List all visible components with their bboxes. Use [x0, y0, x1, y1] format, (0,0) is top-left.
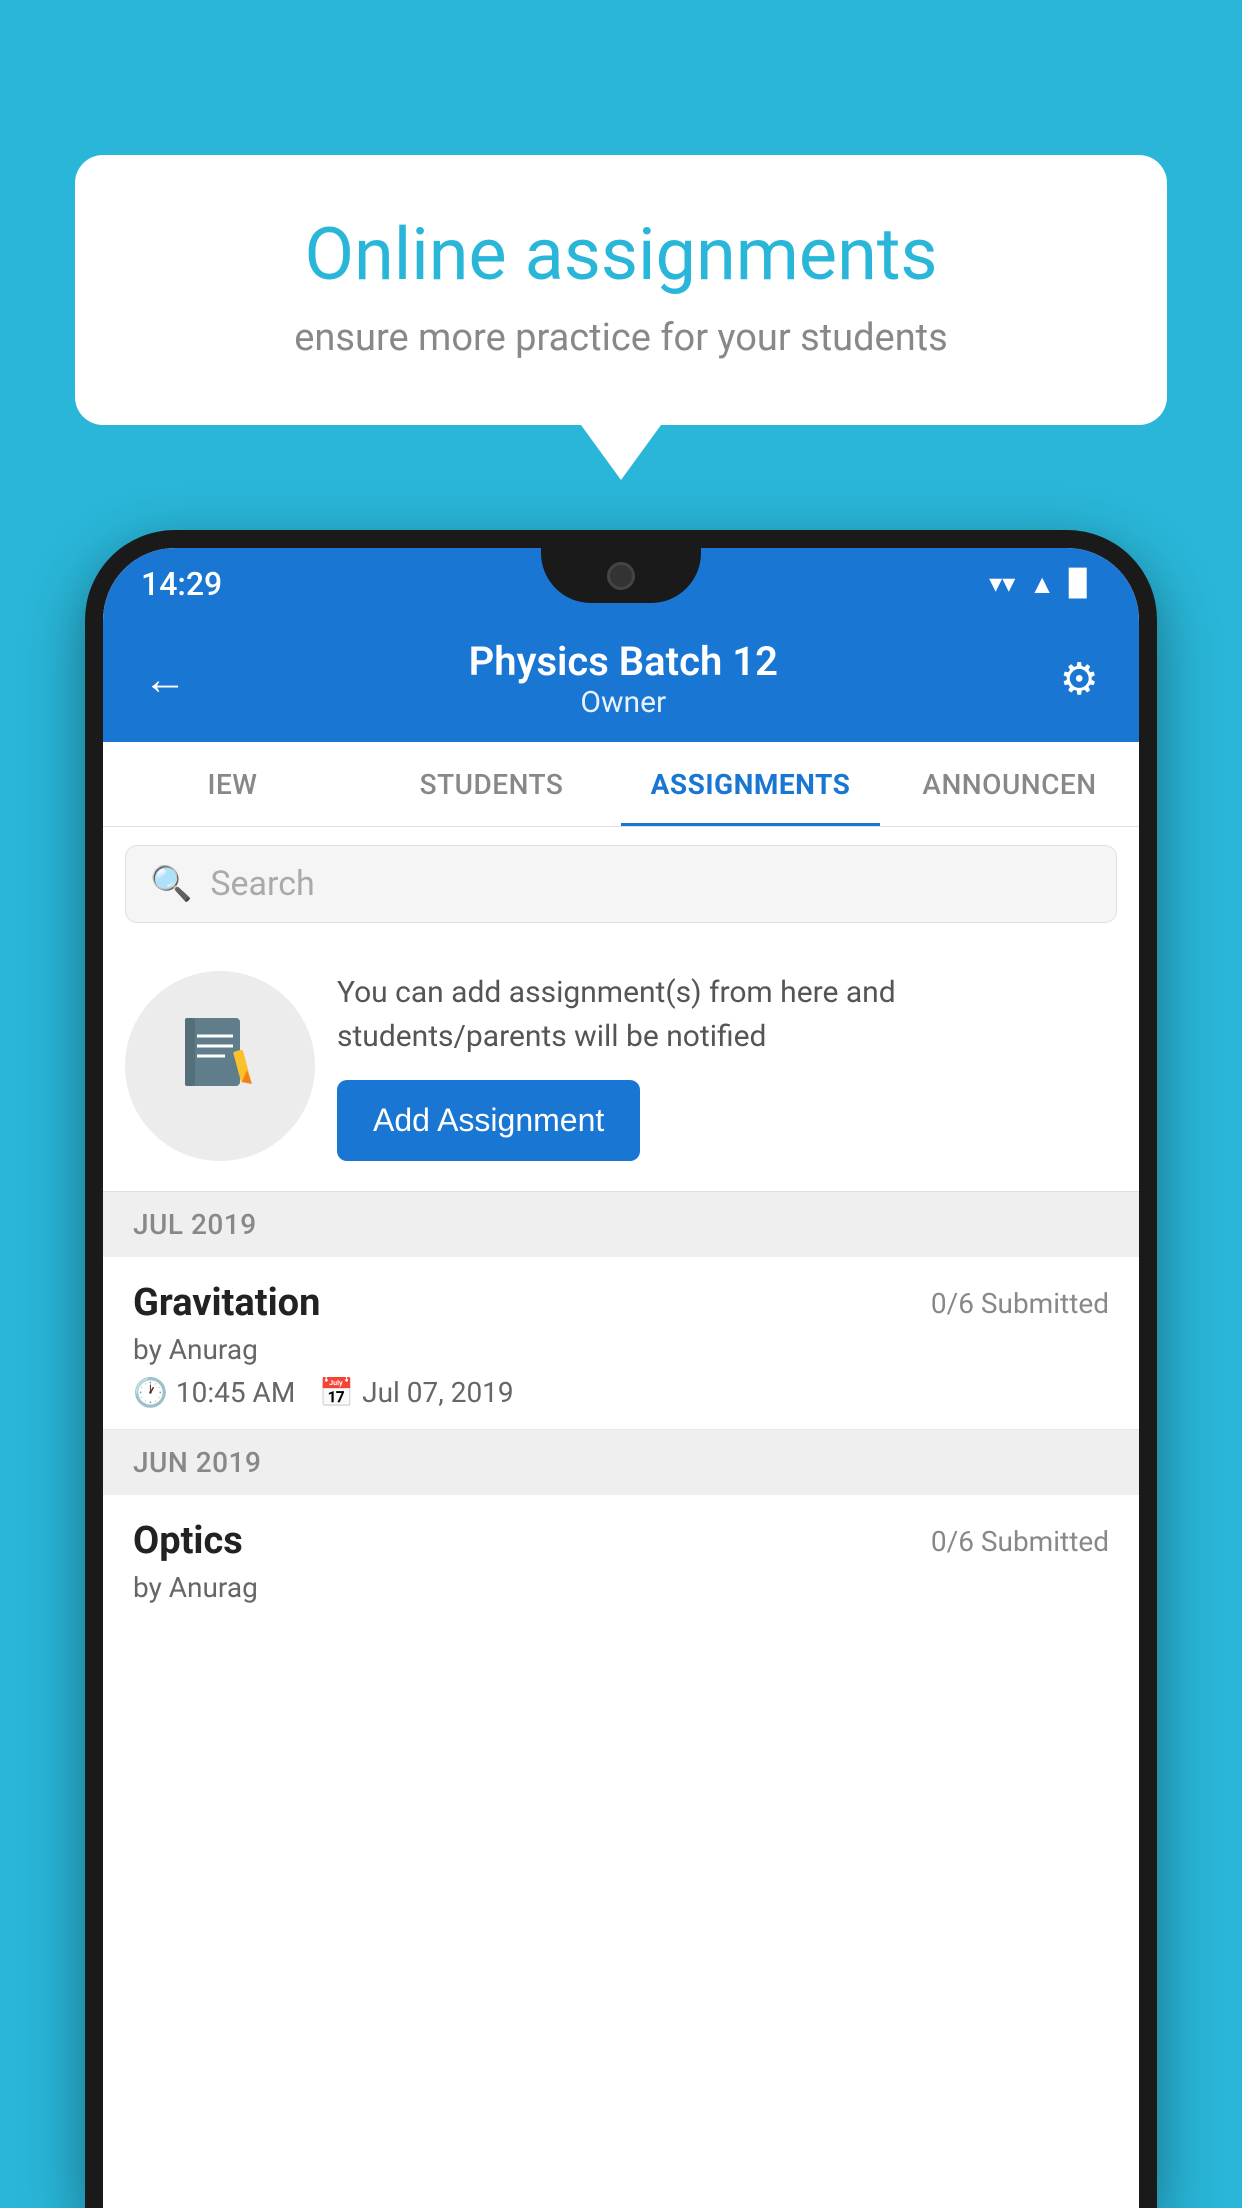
clock-icon: 🕐: [133, 1376, 168, 1409]
promo-description: You can add assignment(s) from here and …: [337, 971, 1117, 1058]
assignment-submitted-optics: 0/6 Submitted: [931, 1525, 1109, 1558]
app-header: ← Physics Batch 12 Owner ⚙: [103, 620, 1139, 742]
promo-icon: [175, 1010, 265, 1122]
status-icons: ▾▾ ▲ ▉: [989, 569, 1089, 600]
battery-icon: ▉: [1069, 569, 1089, 599]
promo-section: You can add assignment(s) from here and …: [103, 941, 1139, 1192]
promo-icon-circle: [125, 971, 315, 1161]
search-placeholder: Search: [210, 864, 314, 904]
month-separator-jun: JUN 2019: [103, 1430, 1139, 1495]
speech-bubble-section: Online assignments ensure more practice …: [75, 155, 1167, 480]
assignment-by: by Anurag: [133, 1333, 1109, 1366]
month-separator-jul: JUL 2019: [103, 1192, 1139, 1257]
wifi-icon: ▾▾: [989, 569, 1015, 599]
header-title: Physics Batch 12: [469, 638, 778, 685]
search-container: 🔍 Search: [103, 827, 1139, 941]
assignment-name: Gravitation: [133, 1281, 320, 1325]
search-bar[interactable]: 🔍 Search: [125, 845, 1117, 923]
header-center: Physics Batch 12 Owner: [469, 638, 778, 720]
assignment-item-gravitation[interactable]: Gravitation 0/6 Submitted by Anurag 🕐 10…: [103, 1257, 1139, 1430]
status-time: 14:29: [141, 565, 222, 603]
assignment-time: 🕐 10:45 AM: [133, 1376, 295, 1409]
calendar-icon: 📅: [319, 1376, 354, 1409]
assignment-row-optics: Optics 0/6 Submitted: [133, 1519, 1109, 1563]
search-icon: 🔍: [150, 864, 192, 904]
tabs-container: IEW STUDENTS ASSIGNMENTS ANNOUNCEN: [103, 742, 1139, 827]
phone-frame: 14:29 ▾▾ ▲ ▉ ← Physics Batch 12 Owner ⚙ …: [85, 530, 1157, 2208]
back-button[interactable]: ←: [143, 653, 187, 705]
tab-assignments[interactable]: ASSIGNMENTS: [621, 742, 880, 826]
assignment-submitted: 0/6 Submitted: [931, 1287, 1109, 1320]
signal-icon: ▲: [1029, 569, 1055, 600]
assignment-item-optics[interactable]: Optics 0/6 Submitted by Anurag: [103, 1495, 1139, 1624]
phone-screen: 14:29 ▾▾ ▲ ▉ ← Physics Batch 12 Owner ⚙ …: [103, 548, 1139, 2208]
assignment-by-optics: by Anurag: [133, 1571, 1109, 1604]
tab-iew[interactable]: IEW: [103, 742, 362, 826]
header-subtitle: Owner: [469, 685, 778, 720]
assignment-name-optics: Optics: [133, 1519, 243, 1563]
phone-notch: [541, 548, 701, 603]
bubble-arrow: [581, 425, 661, 480]
assignment-meta: 🕐 10:45 AM 📅 Jul 07, 2019: [133, 1376, 1109, 1409]
assignment-date: 📅 Jul 07, 2019: [319, 1376, 513, 1409]
bubble-title: Online assignments: [145, 215, 1097, 294]
speech-bubble-card: Online assignments ensure more practice …: [75, 155, 1167, 425]
promo-content: You can add assignment(s) from here and …: [337, 971, 1117, 1161]
tab-students[interactable]: STUDENTS: [362, 742, 621, 826]
camera: [607, 562, 635, 590]
bubble-subtitle: ensure more practice for your students: [145, 316, 1097, 360]
assignment-row: Gravitation 0/6 Submitted: [133, 1281, 1109, 1325]
tab-announcements[interactable]: ANNOUNCEN: [880, 742, 1139, 826]
settings-icon[interactable]: ⚙: [1060, 653, 1099, 705]
add-assignment-button[interactable]: Add Assignment: [337, 1080, 640, 1161]
